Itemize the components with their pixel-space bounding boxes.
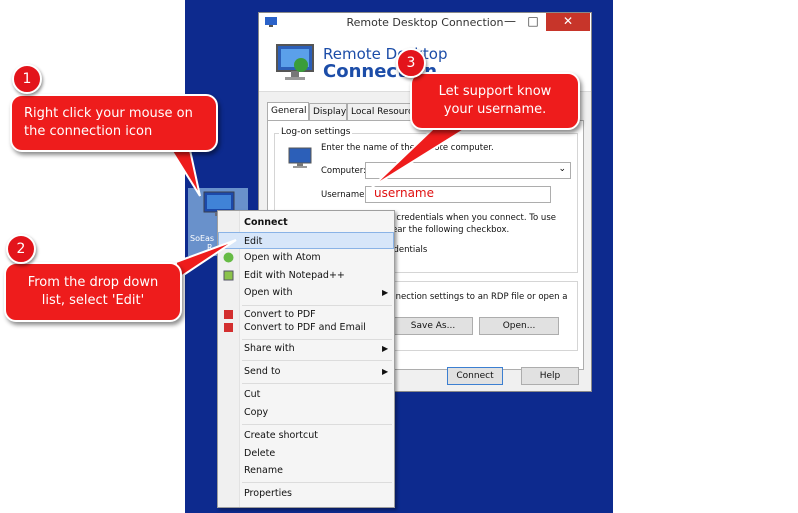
tab-general[interactable]: General xyxy=(267,102,309,121)
atom-icon xyxy=(223,252,234,263)
menu-item-label: Edit xyxy=(244,236,263,247)
step-marker-2: 2 xyxy=(6,234,36,264)
callout-username: Let support know your username. xyxy=(410,72,580,130)
menu-item-label: Rename xyxy=(244,465,283,476)
submenu-arrow-icon: ▶ xyxy=(382,344,389,353)
menu-item-share-with[interactable]: Share with ▶ xyxy=(218,340,394,357)
notepad-plus-icon xyxy=(223,270,234,281)
menu-item-label: Cut xyxy=(244,389,261,400)
computer-icon xyxy=(288,147,312,168)
menu-item-edit[interactable]: Edit xyxy=(218,232,394,249)
menu-item-copy[interactable]: Copy xyxy=(218,404,394,421)
menu-item-edit-notepad[interactable]: Edit with Notepad++ xyxy=(218,267,394,284)
shortcut-label: SoEas R xyxy=(190,234,214,252)
open-button[interactable]: Open... xyxy=(479,317,559,335)
minimize-button[interactable]: — xyxy=(499,13,521,31)
menu-separator xyxy=(242,383,392,384)
menu-item-open-with-atom[interactable]: Open with Atom xyxy=(218,249,394,266)
menu-item-label: Open with xyxy=(244,287,293,298)
menu-item-create-shortcut[interactable]: Create shortcut xyxy=(218,427,394,444)
step-marker-3: 3 xyxy=(396,48,426,78)
computer-label: Computer: xyxy=(321,166,366,176)
submenu-arrow-icon: ▶ xyxy=(382,367,389,376)
menu-separator xyxy=(242,360,392,361)
menu-item-convert-pdf-email[interactable]: Convert to PDF and Email xyxy=(218,319,394,336)
logon-group-label: Log-on settings xyxy=(279,127,353,137)
menu-item-label: Delete xyxy=(244,448,276,459)
credentials-text-line1: or credentials when you connect. To use xyxy=(385,213,556,223)
help-button[interactable]: Help xyxy=(521,367,579,385)
menu-item-rename[interactable]: Rename xyxy=(218,462,394,479)
pdf-email-icon xyxy=(224,323,233,332)
maximize-button[interactable]: □ xyxy=(521,13,545,31)
context-menu: Connect Edit Open with Atom Edit with No… xyxy=(217,210,395,508)
shortcut-label-line2: R xyxy=(207,243,213,252)
save-as-button[interactable]: Save As... xyxy=(393,317,473,335)
step-marker-1: 1 xyxy=(12,64,42,94)
menu-separator xyxy=(242,482,392,483)
menu-item-open-with[interactable]: Open with ▶ xyxy=(218,284,394,301)
menu-item-label: Convert to PDF and Email xyxy=(244,322,366,333)
enter-name-text: Enter the name of the remote computer. xyxy=(321,143,494,153)
menu-item-label: Properties xyxy=(244,488,293,499)
submenu-arrow-icon: ▶ xyxy=(382,288,389,297)
title-bar[interactable]: Remote Desktop Connection — □ ✕ xyxy=(259,13,591,33)
menu-item-properties[interactable]: Properties xyxy=(218,485,394,502)
menu-item-delete[interactable]: Delete xyxy=(218,445,394,462)
username-label: Username: xyxy=(321,190,368,200)
computer-combobox[interactable]: ⌄ xyxy=(365,162,571,179)
menu-item-cut[interactable]: Cut xyxy=(218,386,394,403)
menu-item-label: Create shortcut xyxy=(244,430,318,441)
menu-separator xyxy=(242,424,392,425)
menu-item-label: Share with xyxy=(244,343,295,354)
callout-select-edit: From the drop down list, select 'Edit' xyxy=(4,262,182,322)
menu-item-label: Edit with Notepad++ xyxy=(244,270,345,281)
shortcut-label-line1: SoEas xyxy=(190,234,215,243)
close-button[interactable]: ✕ xyxy=(546,13,590,31)
rdp-monitor-icon xyxy=(276,44,314,80)
connect-button[interactable]: Connect xyxy=(447,367,503,385)
credentials-text-line2: clear the following checkbox. xyxy=(385,225,510,235)
tab-display[interactable]: Display xyxy=(309,103,347,120)
callout-right-click: Right click your mouse on the connection… xyxy=(10,94,218,152)
menu-item-label: Send to xyxy=(244,366,281,377)
menu-item-label: Copy xyxy=(244,407,269,418)
username-field[interactable]: username xyxy=(365,186,551,203)
save-settings-text: onnection settings to an RDP file or ope… xyxy=(385,292,568,302)
tab-local-resources[interactable]: Local Resources xyxy=(347,103,413,120)
menu-item-label: Open with Atom xyxy=(244,252,321,263)
menu-item-send-to[interactable]: Send to ▶ xyxy=(218,363,394,380)
chevron-down-icon[interactable]: ⌄ xyxy=(558,164,566,174)
username-value: username xyxy=(374,186,434,200)
menu-item-connect[interactable]: Connect xyxy=(218,214,394,231)
menu-item-label: Connect xyxy=(244,217,288,228)
